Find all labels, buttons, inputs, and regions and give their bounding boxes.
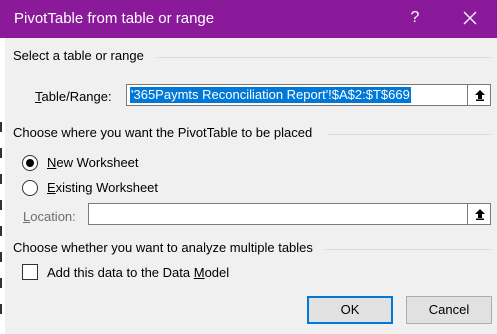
close-button[interactable] [452,4,488,32]
dialog-title: PivotTable from table or range [14,10,215,27]
table-range-label: Table/Range: [35,89,112,104]
location-collapse-button[interactable] [467,203,491,225]
title-bar: PivotTable from table or range ? [0,0,497,38]
add-to-data-model-label: Add this data to the Data Model [47,265,230,280]
new-worksheet-label: New Worksheet [47,155,139,170]
multiple-tables-heading: Choose whether you want to analyze multi… [13,240,313,255]
existing-worksheet-radio[interactable] [22,180,38,196]
close-icon [463,11,477,25]
section-divider [157,57,491,58]
table-range-input[interactable]: '365Paymts Reconciliation Report'!$A$2:$… [126,84,470,106]
table-range-value: '365Paymts Reconciliation Report'!$A$2:$… [130,87,411,103]
collapse-dialog-icon [475,90,485,101]
pivottable-dialog: PivotTable from table or range ? Select … [0,0,497,334]
cancel-button[interactable]: Cancel [406,296,492,324]
ok-button[interactable]: OK [307,296,393,324]
existing-worksheet-label: Existing Worksheet [47,180,159,195]
section-divider [328,134,491,135]
placement-section-heading: Choose where you want the PivotTable to … [13,125,313,140]
new-worksheet-radio[interactable] [22,155,38,171]
section-divider [325,249,491,250]
location-input[interactable] [88,203,470,225]
radio-selected-dot [26,159,34,167]
help-button[interactable]: ? [401,4,429,32]
range-collapse-button[interactable] [467,84,491,106]
collapse-dialog-icon [475,209,485,220]
select-section-heading: Select a table or range [13,48,144,63]
add-to-data-model-checkbox[interactable] [22,264,38,280]
location-label: Location: [23,209,76,224]
